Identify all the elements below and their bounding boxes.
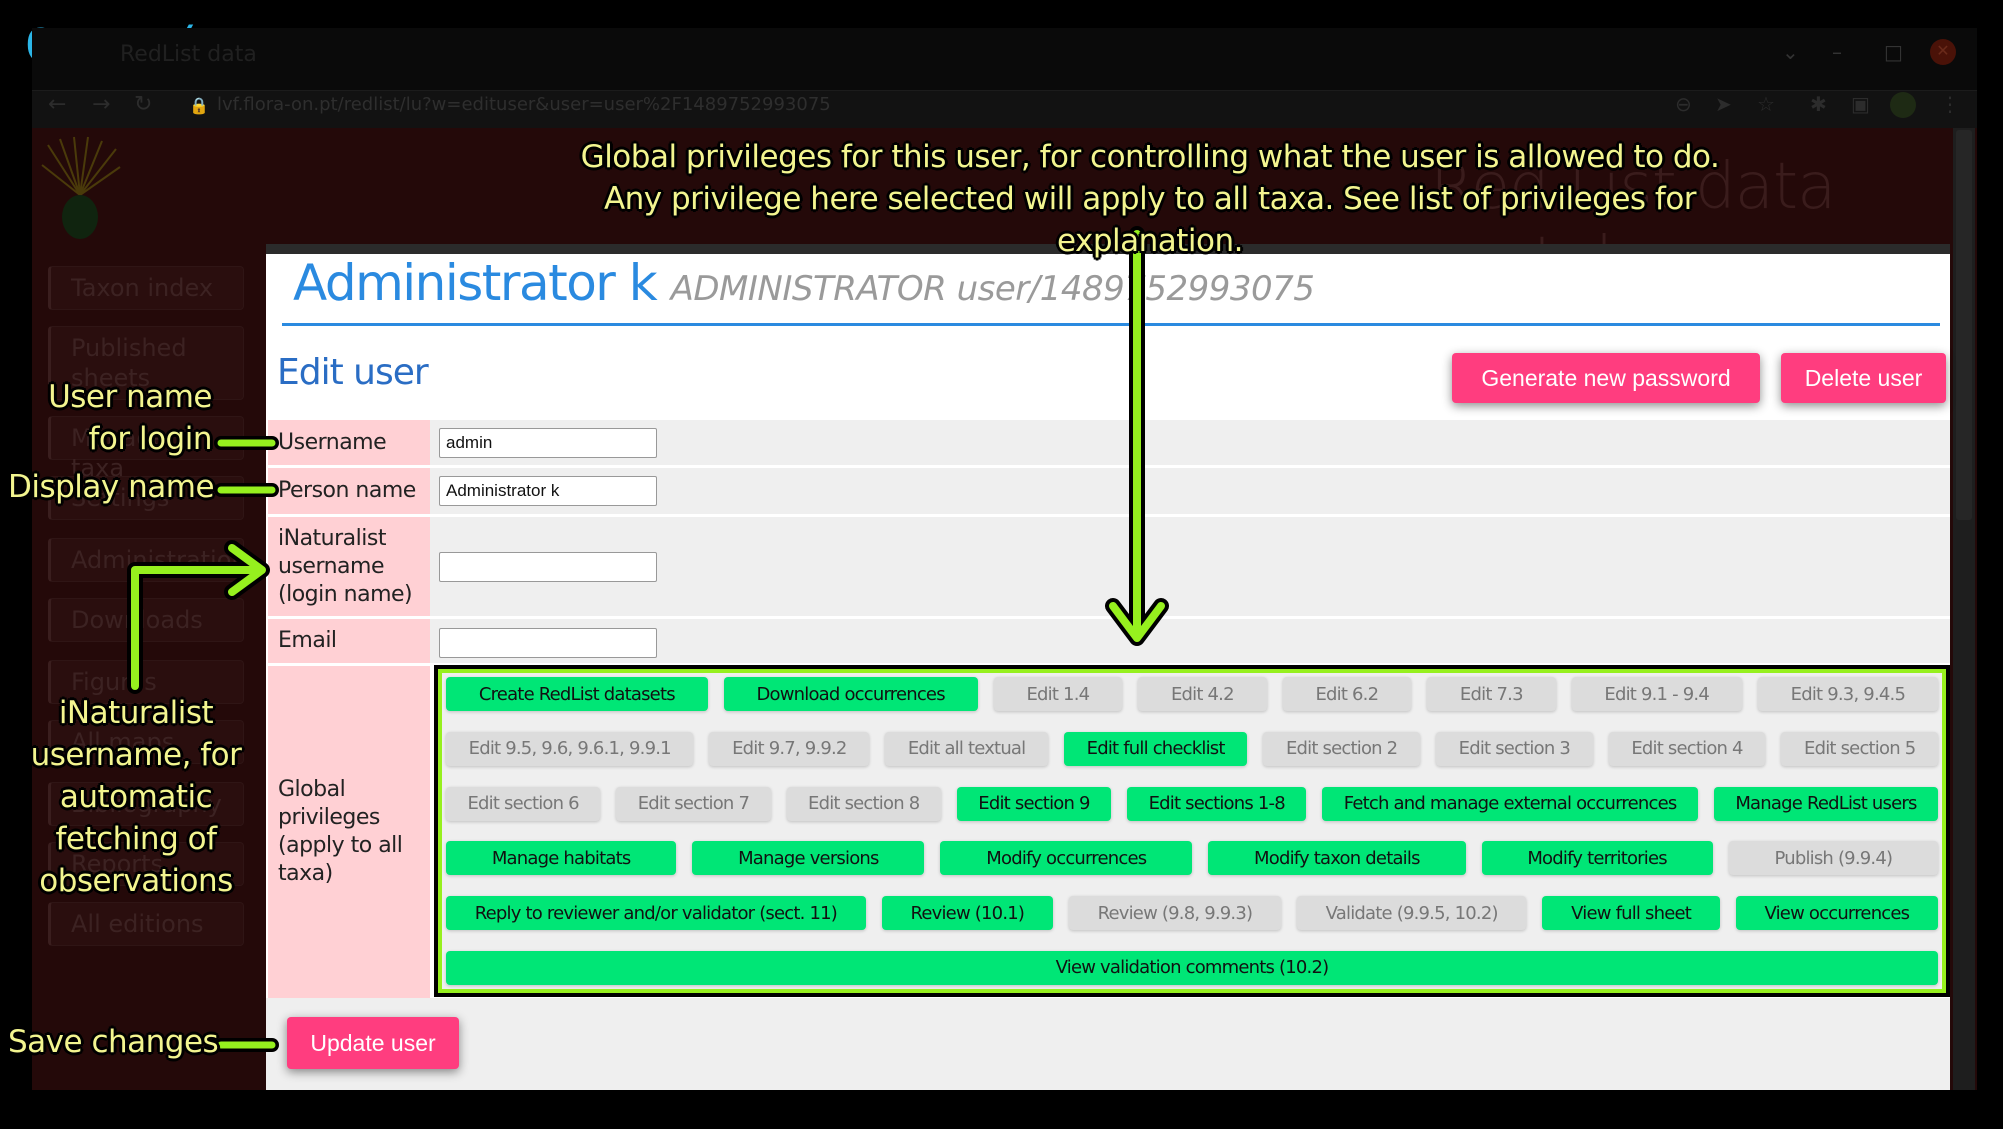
- zoom-icon[interactable]: ⊖: [1675, 92, 1692, 116]
- privilege-toggle[interactable]: Edit 1.4: [993, 677, 1123, 711]
- privilege-toggle[interactable]: Edit 9.1 - 9.4: [1571, 677, 1742, 711]
- privilege-toggle[interactable]: Manage habitats: [446, 841, 677, 876]
- minimize-icon[interactable]: –: [1832, 40, 1842, 64]
- privileges-row: Reply to reviewer and/or validator (sect…: [446, 896, 1938, 931]
- privilege-toggle[interactable]: Edit 6.2: [1282, 677, 1412, 711]
- close-icon[interactable]: ✕: [1930, 39, 1956, 65]
- privileges-label: Global privileges (apply to all taxa): [268, 666, 430, 998]
- privilege-toggle[interactable]: Edit section 5: [1781, 731, 1939, 766]
- privilege-toggle[interactable]: View full sheet: [1542, 896, 1720, 931]
- privileges-row: Edit section 6 Edit section 7 Edit section…: [446, 786, 1939, 821]
- chevron-down-icon[interactable]: ⌄: [1782, 40, 1799, 64]
- site-logo: [41, 136, 121, 239]
- privileges-row: Manage habitats Manage versions Modify occ…: [446, 841, 1939, 876]
- annotation-display-name: Display name: [8, 469, 215, 505]
- inaturalist-row: [430, 517, 1950, 616]
- privilege-toggle[interactable]: Manage versions: [692, 841, 925, 876]
- privileges-row: Create RedList datasets Download occurren…: [446, 677, 1938, 711]
- privilege-toggle[interactable]: Edit section 4: [1608, 731, 1766, 766]
- privilege-toggle[interactable]: Edit section 9: [956, 786, 1112, 821]
- privilege-toggle[interactable]: Download occurrences: [723, 677, 978, 711]
- privileges-row: Edit 9.5, 9.6, 9.6.1, 9.9.1 Edit 9.7, 9.9…: [446, 731, 1939, 766]
- privilege-toggle[interactable]: Edit 9.7, 9.9.2: [709, 731, 870, 766]
- privilege-toggle[interactable]: Edit 9.3, 9.4.5: [1757, 677, 1938, 711]
- send-icon[interactable]: ➤: [1715, 92, 1732, 116]
- privileges-list: Create RedList datasets Download occurren…: [446, 677, 1939, 985]
- extensions-icon[interactable]: ✱: [1810, 92, 1827, 116]
- privilege-toggle[interactable]: Edit section 3: [1436, 731, 1593, 766]
- lock-icon: 🔒: [189, 98, 209, 115]
- sidebar-item-taxon-index[interactable]: Taxon index: [48, 266, 244, 310]
- annotation-username: User name for login: [48, 379, 212, 457]
- maximize-icon[interactable]: □: [1884, 40, 1903, 64]
- email-label: Email: [268, 619, 430, 663]
- person-name-input[interactable]: [439, 476, 657, 506]
- forward-arrow-icon[interactable]: →: [92, 92, 110, 117]
- username-label: Username: [268, 420, 430, 465]
- privilege-toggle[interactable]: Edit 7.3: [1427, 677, 1556, 711]
- privilege-toggle[interactable]: Modify territories: [1481, 841, 1713, 876]
- privilege-toggle[interactable]: Edit sections 1-8: [1127, 786, 1307, 821]
- annotation-save: Save changes: [8, 1024, 219, 1060]
- user-display-name: Administrator k: [293, 254, 658, 312]
- reload-icon[interactable]: ↻: [134, 92, 152, 117]
- sidebar-item-all-editions[interactable]: All editions: [48, 902, 244, 946]
- privilege-toggle[interactable]: Manage RedList users: [1713, 786, 1939, 821]
- privilege-toggle[interactable]: Edit 4.2: [1138, 677, 1267, 711]
- privilege-toggle[interactable]: Edit all textual: [885, 731, 1049, 766]
- delete-user-button[interactable]: Delete user: [1781, 353, 1946, 403]
- inaturalist-label: iNaturalist username (login name): [268, 517, 430, 616]
- privilege-toggle[interactable]: Edit 9.5, 9.6, 9.6.1, 9.9.1: [446, 731, 694, 766]
- star-icon[interactable]: ☆: [1757, 92, 1775, 116]
- title-divider: [282, 323, 1940, 326]
- section-title: Edit user: [277, 352, 429, 393]
- url-field[interactable]: lvf.flora-on.pt/redlist/lu?w=edituser&us…: [217, 94, 831, 115]
- username-input[interactable]: [439, 428, 657, 458]
- update-user-button[interactable]: Update user: [287, 1017, 459, 1069]
- annotation-inaturalist: iNaturalist username, for automatic fetc…: [30, 695, 242, 899]
- browser-tab[interactable]: RedList data: [120, 42, 257, 67]
- privilege-toggle[interactable]: Fetch and manage external occurrences: [1322, 786, 1698, 821]
- sidebar-item-downloads[interactable]: Downloads: [48, 598, 244, 642]
- privilege-toggle[interactable]: Publish (9.9.4): [1728, 841, 1939, 876]
- privilege-toggle[interactable]: Reply to reviewer and/or validator (sect…: [446, 896, 866, 931]
- privilege-toggle[interactable]: Modify occurrences: [940, 841, 1193, 876]
- update-row: [266, 998, 1950, 1090]
- privilege-toggle[interactable]: Review (9.8, 9.9.3): [1068, 896, 1281, 931]
- scrollbar-thumb[interactable]: [1956, 130, 1972, 520]
- privilege-toggle[interactable]: Modify taxon details: [1208, 841, 1466, 876]
- privilege-toggle[interactable]: Edit section 2: [1263, 731, 1420, 766]
- privileges-row: View validation comments (10.2): [446, 950, 1938, 985]
- sidepanel-icon[interactable]: ▣: [1851, 92, 1870, 116]
- privilege-toggle[interactable]: View validation comments (10.2): [446, 950, 1938, 985]
- privilege-toggle[interactable]: Edit section 7: [616, 786, 771, 821]
- privilege-toggle[interactable]: Edit section 6: [446, 786, 601, 821]
- page-title: Administrator k ADMINISTRATOR user/14897…: [293, 254, 1315, 312]
- privilege-toggle[interactable]: Validate (9.9.5, 10.2): [1296, 896, 1527, 931]
- privilege-toggle[interactable]: Review (10.1): [881, 896, 1053, 931]
- username-row: [430, 420, 1950, 465]
- annotation-global-privileges: Global privileges for this user, for con…: [580, 139, 1720, 259]
- sidebar-item-administration[interactable]: Administration: [48, 538, 247, 582]
- person-name-label: Person name: [268, 468, 430, 514]
- privilege-toggle[interactable]: Edit full checklist: [1064, 731, 1248, 766]
- user-role-id: ADMINISTRATOR user/1489752993075: [670, 269, 1315, 309]
- inaturalist-input[interactable]: [439, 552, 657, 582]
- privilege-toggle[interactable]: Edit section 8: [786, 786, 941, 821]
- back-arrow-icon[interactable]: ←: [48, 92, 66, 117]
- email-input[interactable]: [439, 628, 657, 658]
- generate-password-button[interactable]: Generate new password: [1452, 353, 1760, 403]
- privilege-toggle[interactable]: Create RedList datasets: [446, 677, 708, 711]
- tab-strip: [32, 28, 1977, 90]
- email-row: [430, 619, 1950, 663]
- profile-avatar[interactable]: [1890, 92, 1916, 118]
- menu-icon[interactable]: ⋮: [1940, 92, 1960, 116]
- privilege-toggle[interactable]: View occurrences: [1735, 896, 1938, 931]
- person-name-row: [430, 468, 1950, 514]
